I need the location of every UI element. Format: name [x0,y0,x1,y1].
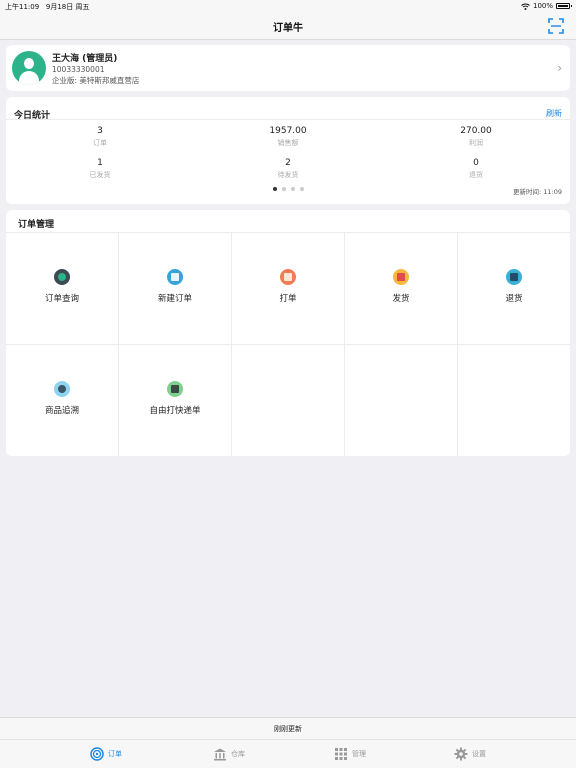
stat-sales: 1957.00 销售额 [208,126,368,148]
stat-value: 1 [97,158,103,168]
page-dot[interactable] [299,187,304,191]
ship-icon [393,269,409,285]
grid-empty-cell [345,345,458,457]
battery-percent: 100% [532,2,553,10]
tab-orders[interactable]: 订单 [90,747,122,761]
stat-returns: 0 退货 [396,158,556,180]
grid-item-express-print[interactable]: 自由打快递单 [119,345,232,457]
grid-icon [335,748,347,760]
tab-label: 订单 [108,750,122,758]
grid-item-label: 订单查询 [44,294,79,304]
grid-item-print-order[interactable]: 打单 [232,233,345,345]
stat-value: 270.00 [460,126,492,136]
grid-item-ship[interactable]: 发货 [345,233,458,345]
warehouse-icon [214,748,226,761]
chevron-right-icon: › [557,61,562,75]
refresh-button[interactable]: 刷新 [546,108,562,119]
status-date: 9月18日 周五 [45,3,90,11]
update-time: 更新时间: 11:09 [513,188,562,196]
refresh-status: 刚刚更新 [0,717,576,739]
status-right: 100% [521,2,572,10]
page-title: 订单牛 [273,23,303,34]
stat-label: 已发货 [89,171,111,179]
nav-bar: 订单牛 [0,12,576,40]
return-icon [506,269,522,285]
grid-item-label: 退货 [505,294,523,304]
stat-value: 2 [285,158,291,168]
tab-label: 设置 [472,750,486,758]
profile-org: 企业版: 美特斯邦威直营店 [52,76,140,85]
orders-title: 订单管理 [18,220,55,230]
profile-card[interactable]: 王大海 (管理员) 10033330001 企业版: 美特斯邦威直营店 › [6,45,570,91]
tab-label: 管理 [352,750,366,758]
grid-item-return[interactable]: 退货 [458,233,570,345]
profile-id: 10033330001 [52,65,105,74]
status-bar: 上午11:09 9月18日 周五 100% [0,0,576,12]
grid-item-label: 新建订单 [157,294,192,304]
today-stats-card: 今日统计 刷新 3 订单 1957.00 销售额 270.00 利润 1 已发货… [6,97,570,204]
print-order-icon [280,269,296,285]
stat-orders: 3 订单 [20,126,180,148]
stat-shipped: 1 已发货 [20,158,180,180]
stat-pending: 2 待发货 [208,158,368,180]
page-dot[interactable] [281,187,286,191]
stat-profit: 270.00 利润 [396,126,556,148]
grid-empty-cell [232,345,345,457]
tab-label: 仓库 [231,750,245,758]
new-order-icon [167,269,183,285]
page-dot[interactable] [272,187,277,191]
stat-value: 3 [97,126,103,136]
status-datetime: 上午11:09 9月18日 周五 [5,2,89,12]
grid-item-new-order[interactable]: 新建订单 [119,233,232,345]
grid-item-label: 打单 [279,294,297,304]
grid-item-label: 发货 [392,294,410,304]
profile-name: 王大海 (管理员) [52,54,118,64]
grid-item-order-query[interactable]: 订单查询 [6,233,119,345]
grid-item-label: 自由打快递单 [149,406,201,416]
tab-bar: 订单 仓库 管理 设置 [0,739,576,768]
order-grid: 订单查询 新建订单 打单 发货 退货 商品追溯 自由打快递单 [6,232,570,457]
scan-icon[interactable] [548,18,564,34]
stat-value: 1957.00 [269,126,307,136]
stat-value: 0 [473,158,479,168]
status-time: 上午11:09 [5,3,40,11]
stat-label: 退货 [469,171,483,179]
stat-label: 销售额 [277,139,299,147]
express-print-icon [167,381,183,397]
tab-manage[interactable]: 管理 [334,747,366,761]
tab-settings[interactable]: 设置 [454,747,486,761]
stat-label: 利润 [469,139,483,147]
order-query-icon [54,269,70,285]
stat-label: 待发货 [277,171,299,179]
gear-icon [454,747,468,761]
avatar [12,51,46,85]
grid-item-label: 商品追溯 [44,406,79,416]
page-dot[interactable] [290,187,295,191]
trace-icon [54,381,70,397]
battery-icon [556,3,572,9]
order-management-card: 订单管理 订单查询 新建订单 打单 发货 退货 商品追溯 自由打快递单 [6,210,570,457]
wifi-icon [521,3,530,10]
order-tab-icon [90,747,104,761]
tab-warehouse[interactable]: 仓库 [213,747,245,761]
stat-label: 订单 [93,139,107,147]
grid-item-trace[interactable]: 商品追溯 [6,345,119,457]
grid-empty-cell [458,345,570,457]
page-indicator[interactable] [6,187,570,191]
